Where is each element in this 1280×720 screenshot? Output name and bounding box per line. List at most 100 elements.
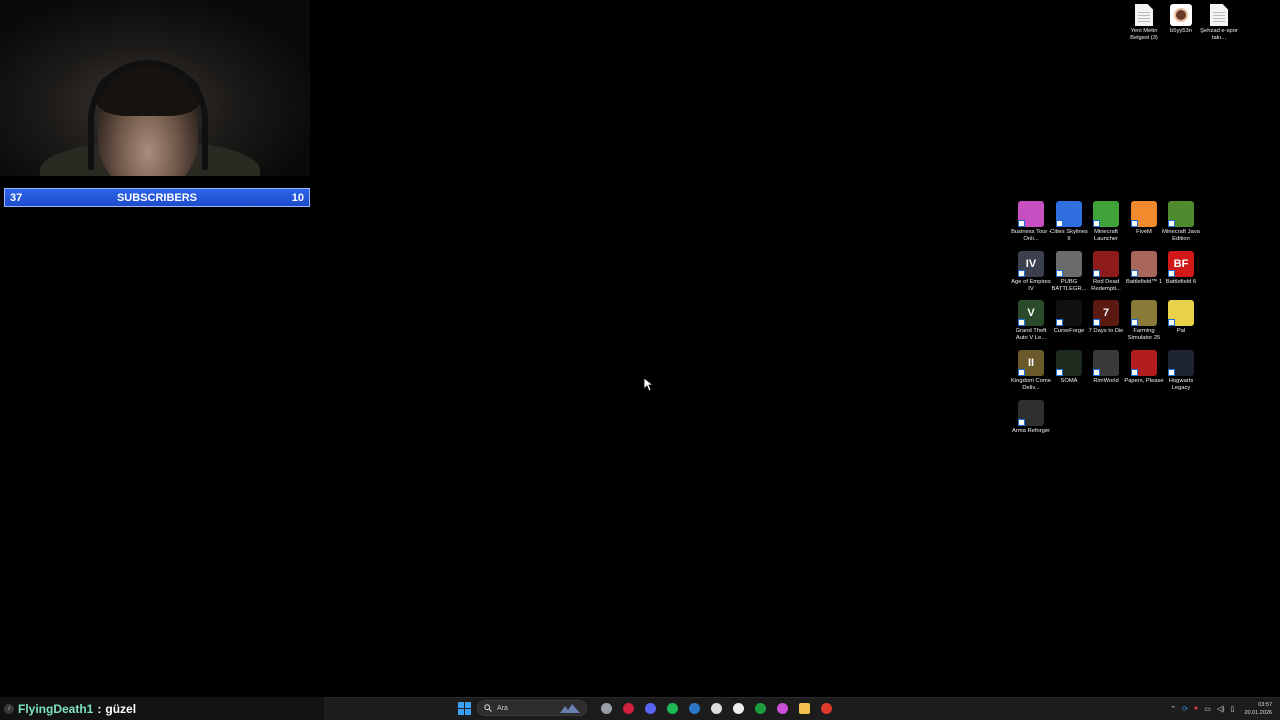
desktop-app-shortcut[interactable]: Business Tour - Onli... (1011, 201, 1051, 244)
capcut-icon (732, 702, 744, 714)
epic-games-icon (710, 702, 722, 714)
taskbar-app-button[interactable] (817, 699, 835, 717)
desktop-file-label: Şehzad e-spor takı... (1200, 28, 1238, 42)
shortcut-arrow-icon (1168, 319, 1175, 326)
taskbar-app-button[interactable] (663, 699, 681, 717)
taskbar-app-button[interactable] (707, 699, 725, 717)
shortcut-arrow-icon (1131, 319, 1138, 326)
chat-separator: : (97, 701, 102, 716)
tray-microphone-icon[interactable]: ● (1194, 705, 1198, 712)
rimworld-icon (1093, 350, 1119, 376)
desktop-app-shortcut[interactable]: Pal (1161, 300, 1201, 335)
taskbar-app-button[interactable] (597, 699, 615, 717)
desktop-file-item[interactable]: Yeni Metin Belgesi (3) (1124, 4, 1164, 43)
desktop-app-shortcut[interactable]: II Kingdom Come Deliv... (1011, 350, 1051, 393)
desktop-app-shortcut[interactable]: Papers, Please (1124, 350, 1164, 385)
taskbar-clock[interactable]: 03:57 20.01.2026 (1244, 701, 1272, 717)
desktop-app-shortcut[interactable]: Farming Simulator 25 (1124, 300, 1164, 343)
system-tray: ⌃ ⟳ ● ▭ ◁) ▯ 03:57 20.01.2026 (1170, 697, 1272, 720)
taskbar-app-button[interactable] (795, 699, 813, 717)
desktop-app-shortcut[interactable]: Red Dead Redempti... (1086, 251, 1126, 294)
desktop-app-shortcut[interactable]: Arma Reforger (1011, 400, 1051, 435)
shortcut-arrow-icon (1131, 270, 1138, 277)
chat-username: FlyingDeath1 (18, 701, 94, 716)
desktop-app-label: Pal (1176, 328, 1186, 334)
search-highlight-icon (560, 704, 580, 713)
shortcut-arrow-icon (1056, 319, 1063, 326)
steam-icon (688, 702, 700, 714)
desktop-app-label: Kingdom Come Deliv... (1011, 378, 1051, 392)
desktop-app-shortcut[interactable]: 7 7 Days to Die (1086, 300, 1126, 335)
taskbar-app-button[interactable] (773, 699, 791, 717)
start-button[interactable] (455, 699, 473, 717)
desktop-app-shortcut[interactable]: V Grand Theft Auto V Le... (1011, 300, 1051, 343)
tray-overflow-chevron-icon[interactable]: ⌃ (1170, 705, 1176, 713)
desktop-app-label: CurseForge (1053, 328, 1085, 334)
subscriber-current-count: 37 (10, 191, 23, 204)
desktop-file-item[interactable]: Şehzad e-spor takı... (1199, 4, 1239, 43)
battlefield-6-icon: BF (1168, 251, 1194, 277)
webcam-overlay (0, 0, 310, 176)
taskbar-center: Ara (455, 699, 835, 717)
desktop-app-label: 7 Days to Die (1088, 328, 1124, 334)
shortcut-arrow-icon (1018, 319, 1025, 326)
desktop-app-shortcut[interactable]: FiveM (1124, 201, 1164, 236)
chat-overlay: ♪ FlyingDeath1 : güzel (0, 697, 324, 720)
tray-volume-icon[interactable]: ◁) (1217, 705, 1225, 713)
taskbar-app-button[interactable] (729, 699, 747, 717)
shortcut-arrow-icon (1093, 220, 1100, 227)
file-explorer-view-icon (600, 702, 612, 714)
arma-reforger-icon (1018, 400, 1044, 426)
tray-battery-icon[interactable]: ▯ (1231, 705, 1235, 713)
taskbar-search[interactable]: Ara (477, 700, 587, 716)
desktop-app-label: Hogwarts Legacy (1168, 378, 1194, 392)
taskbar-app-button[interactable] (619, 699, 637, 717)
farming-simulator-icon (1131, 300, 1157, 326)
copilot-icon (776, 702, 788, 714)
text-document-icon (1135, 4, 1153, 26)
fivem-icon (1131, 201, 1157, 227)
papers-please-icon (1131, 350, 1157, 376)
opera-gx-icon (622, 702, 634, 714)
desktop-file-item[interactable]: b5yy53n (1161, 4, 1201, 35)
desktop-app-shortcut[interactable]: PUBG BATTLEGR... (1049, 251, 1089, 294)
desktop-app-label: FiveM (1136, 229, 1152, 235)
desktop-app-shortcut[interactable]: Minecraft Java Edition (1161, 201, 1201, 244)
shortcut-arrow-icon (1018, 220, 1025, 227)
shortcut-arrow-icon (1168, 270, 1175, 277)
desktop-file-label: Yeni Metin Belgesi (3) (1130, 28, 1158, 42)
taskbar-pinned-apps (597, 699, 835, 717)
desktop-app-label: Papers, Please (1124, 378, 1164, 384)
subscriber-goal-count: 10 (291, 191, 304, 204)
tray-network-icon[interactable]: ▭ (1204, 705, 1211, 713)
tray-sync-icon[interactable]: ⟳ (1182, 705, 1188, 713)
desktop-app-shortcut[interactable]: Battlefield™ 1 (1124, 251, 1164, 286)
taskbar-app-button[interactable] (641, 699, 659, 717)
red-dead-icon (1093, 251, 1119, 277)
taskbar-app-button[interactable] (751, 699, 769, 717)
mouse-cursor-icon (644, 378, 654, 392)
desktop-app-shortcut[interactable]: Cities Skylines II (1049, 201, 1089, 244)
shortcut-arrow-icon (1093, 270, 1100, 277)
taskbar-app-button[interactable] (685, 699, 703, 717)
search-placeholder: Ara (497, 704, 508, 712)
desktop-app-label: RimWorld (1093, 378, 1119, 384)
shortcut-arrow-icon (1018, 270, 1025, 277)
cities-skylines-icon (1056, 201, 1082, 227)
desktop-app-shortcut[interactable]: Hogwarts Legacy (1161, 350, 1201, 393)
rockstar-icon (820, 702, 832, 714)
desktop-app-shortcut[interactable]: RimWorld (1086, 350, 1126, 385)
desktop-app-label: Age of Empires IV (1011, 279, 1051, 293)
minecraft-java-icon (1168, 201, 1194, 227)
avatar-image-icon (1170, 4, 1192, 26)
desktop-app-shortcut[interactable]: BF Battlefield 6 (1161, 251, 1201, 286)
business-tour-icon (1018, 201, 1044, 227)
desktop-app-shortcut[interactable]: IV Age of Empires IV (1011, 251, 1051, 294)
desktop-app-label: Business Tour - Onli... (1011, 229, 1051, 243)
desktop-app-shortcut[interactable]: CurseForge (1049, 300, 1089, 335)
shortcut-arrow-icon (1056, 369, 1063, 376)
desktop-app-label: Red Dead Redempti... (1091, 279, 1121, 293)
soma-icon (1056, 350, 1082, 376)
desktop-app-shortcut[interactable]: SOMA (1049, 350, 1089, 385)
desktop-app-shortcut[interactable]: Minecraft Launcher (1086, 201, 1126, 244)
